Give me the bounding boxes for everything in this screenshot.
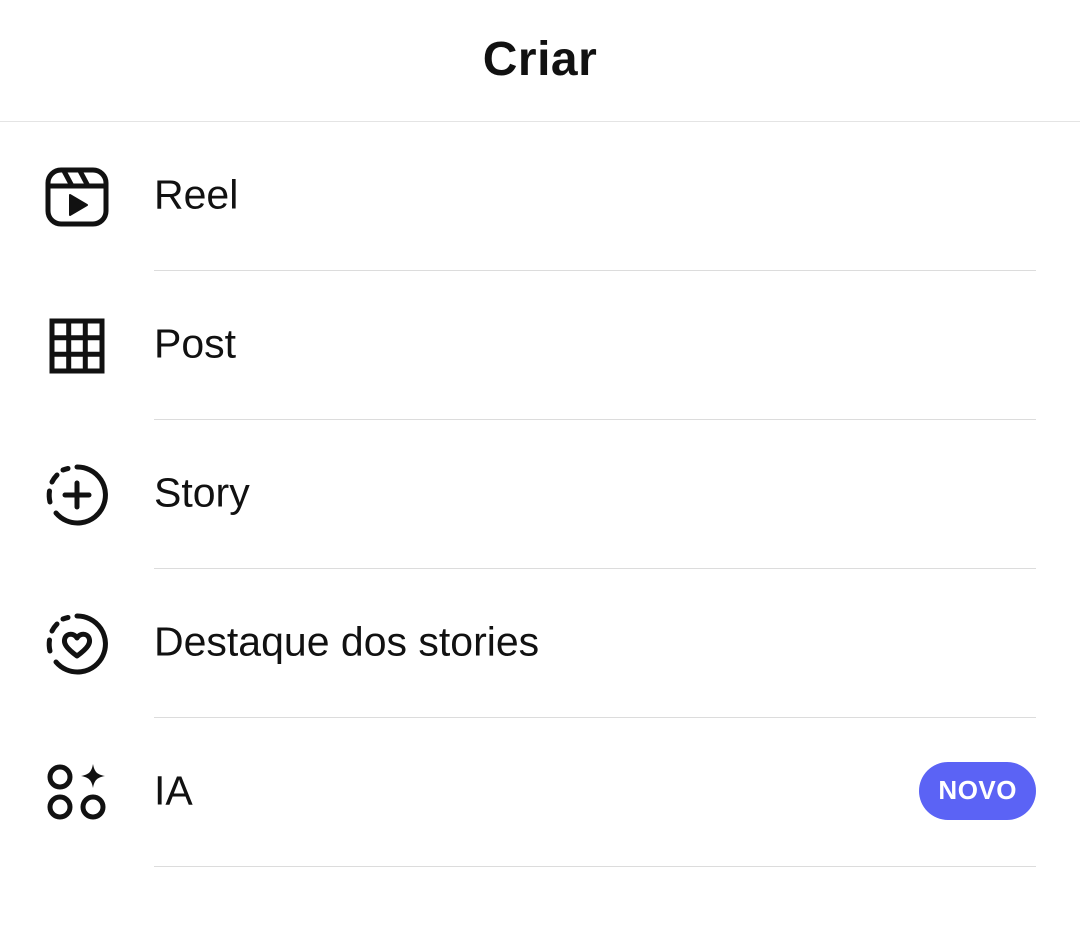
create-sheet: Criar Reel Post Story Destaque dos stori… <box>0 0 1080 930</box>
highlight-heart-icon <box>44 611 110 677</box>
menu-item-label: Story <box>154 469 250 515</box>
menu-item-label: Post <box>154 320 237 366</box>
menu-item-reel[interactable]: Reel <box>0 122 1080 271</box>
reel-icon <box>44 164 110 230</box>
menu-item-story[interactable]: Story <box>0 420 1080 569</box>
menu-item-post[interactable]: Post <box>0 271 1080 420</box>
menu-item-ai[interactable]: IA NOVO <box>0 718 1080 867</box>
sheet-header: Criar <box>0 0 1080 122</box>
menu-item-label: Reel <box>154 171 239 217</box>
story-add-icon <box>44 462 110 528</box>
menu-item-label: Destaque dos stories <box>154 618 540 664</box>
create-menu: Reel Post Story Destaque dos stories IA … <box>0 122 1080 867</box>
grid-icon <box>44 313 110 379</box>
menu-item-highlight[interactable]: Destaque dos stories <box>0 569 1080 718</box>
new-badge: NOVO <box>919 761 1036 820</box>
menu-item-label: IA <box>154 767 193 813</box>
ai-sparkle-icon <box>44 760 110 826</box>
page-title: Criar <box>482 33 598 86</box>
